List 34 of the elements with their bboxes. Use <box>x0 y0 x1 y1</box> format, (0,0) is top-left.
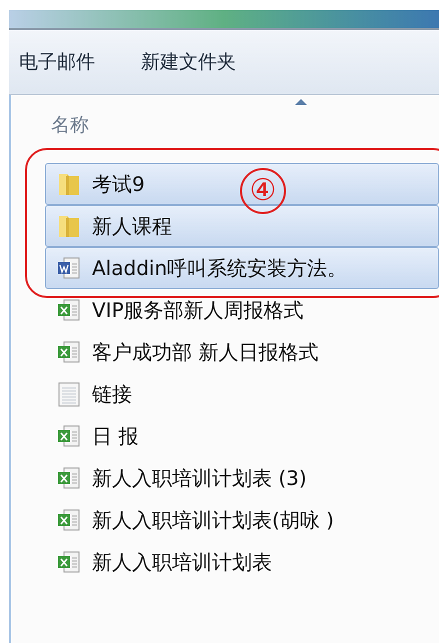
file-name: Aladdin呼叫系统安装方法。 <box>92 255 348 282</box>
sort-arrow-icon <box>295 99 307 105</box>
spreadsheet-icon <box>56 339 82 365</box>
file-row[interactable]: Aladdin呼叫系统安装方法。 <box>45 247 439 289</box>
file-row[interactable]: 新人入职培训计划表 <box>45 541 439 583</box>
file-row[interactable]: 新人入职培训计划表 (3) <box>45 457 439 499</box>
file-name: 链接 <box>92 381 132 408</box>
file-name: 考试9 <box>92 171 145 198</box>
file-name: 客户成功部 新人日报格式 <box>92 339 318 366</box>
file-row[interactable]: VIP服务部新人周报格式 <box>45 289 439 331</box>
file-name: 新人入职培训计划表(胡咏 ) <box>92 507 334 534</box>
text-file-icon <box>56 381 82 407</box>
toolbar-button[interactable]: 电子邮件 <box>17 48 97 76</box>
document-icon <box>56 255 82 281</box>
file-row[interactable]: 新人入职培训计划表(胡咏 ) <box>45 499 439 541</box>
toolbar-button[interactable]: 新建文件夹 <box>139 48 238 76</box>
spreadsheet-icon <box>56 507 82 533</box>
file-row[interactable]: 日 报 <box>45 415 439 457</box>
file-name: VIP服务部新人周报格式 <box>92 297 304 324</box>
file-name: 新人入职培训计划表 <box>92 549 272 576</box>
file-name: 新人课程 <box>92 213 172 240</box>
name-column-header[interactable]: 名称 <box>51 111 89 140</box>
folder-icon <box>56 213 82 239</box>
spreadsheet-icon <box>56 549 82 575</box>
spreadsheet-icon <box>56 297 82 323</box>
spreadsheet-icon <box>56 465 82 491</box>
folder-icon <box>56 171 82 197</box>
file-row[interactable]: 链接 <box>45 373 439 415</box>
file-name: 日 报 <box>92 423 138 450</box>
file-name: 新人入职培训计划表 (3) <box>92 465 307 492</box>
annotation-number: ④ <box>240 168 286 214</box>
spreadsheet-icon <box>56 423 82 449</box>
file-row[interactable]: 客户成功部 新人日报格式 <box>45 331 439 373</box>
file-row[interactable]: 新人课程 <box>45 205 439 247</box>
